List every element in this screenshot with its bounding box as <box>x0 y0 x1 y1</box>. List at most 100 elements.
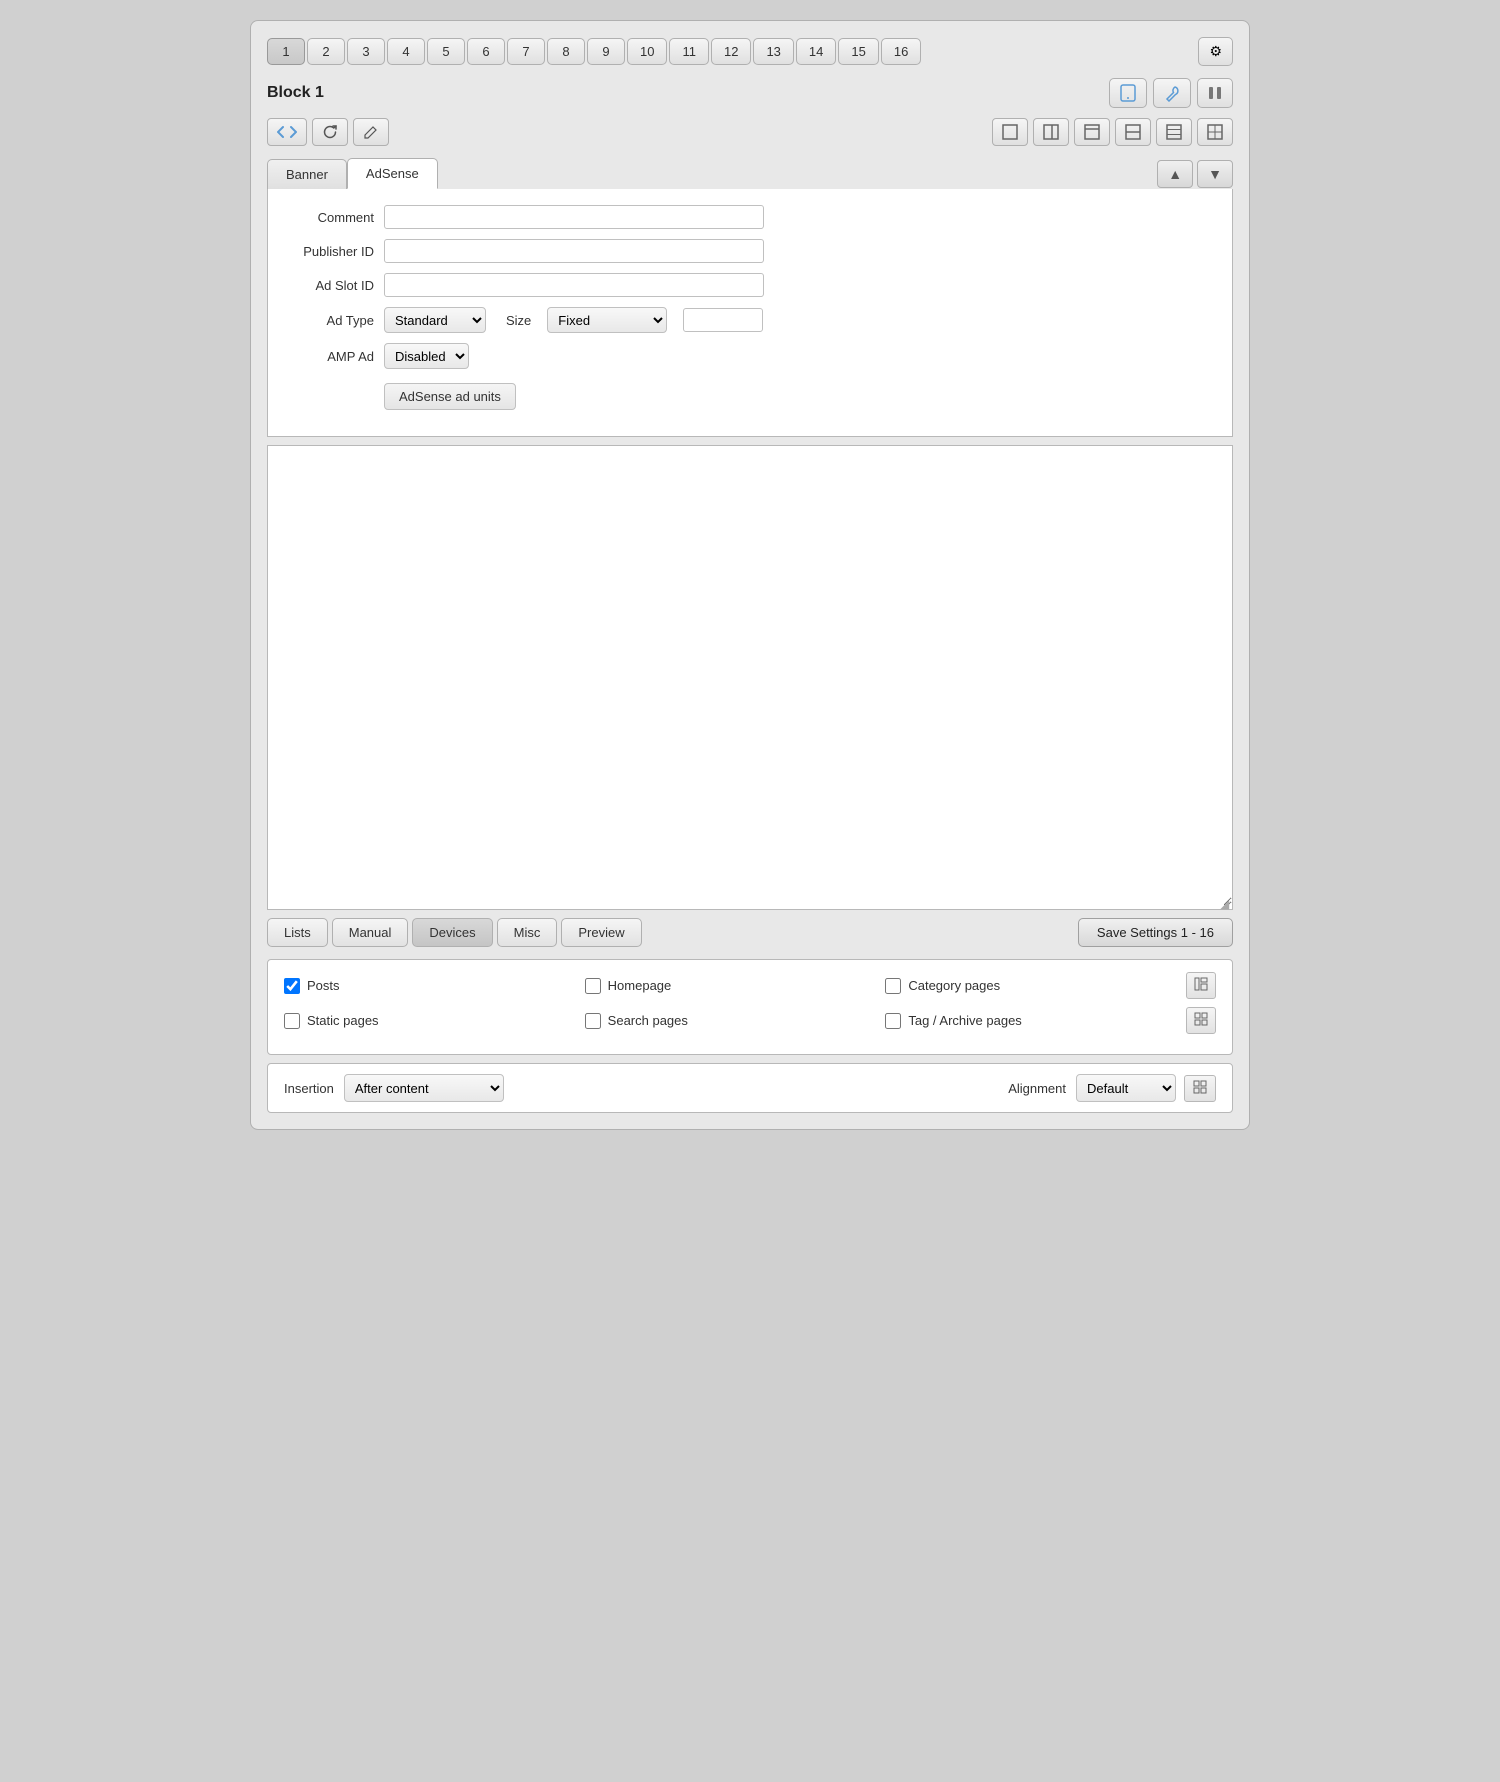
grid-icon-button-1[interactable] <box>1186 972 1216 999</box>
content-tabs: Banner AdSense ▲ ▼ <box>267 158 1233 189</box>
tab-13[interactable]: 13 <box>753 38 793 65</box>
layout-rows-button[interactable] <box>1156 118 1192 146</box>
grid2-icon <box>1194 1012 1208 1026</box>
edit-button[interactable] <box>353 118 389 146</box>
tab-11[interactable]: 11 <box>669 38 709 65</box>
form-panel: Comment Publisher ID Ad Slot ID Ad Type … <box>267 189 1233 437</box>
checkboxes-panel: Posts Homepage Category pages St <box>267 959 1233 1055</box>
tab-1[interactable]: 1 <box>267 38 305 65</box>
tab-2[interactable]: 2 <box>307 38 345 65</box>
layout-full-button[interactable] <box>992 118 1028 146</box>
main-container: 1 2 3 4 5 6 7 8 9 10 11 12 13 14 15 16 ⚙… <box>250 20 1250 1130</box>
bottom-tab-preview[interactable]: Preview <box>561 918 641 947</box>
preview-textarea[interactable] <box>268 446 1232 906</box>
ad-slot-id-row: Ad Slot ID <box>284 273 1216 297</box>
size-label: Size <box>506 313 531 328</box>
tablet-icon <box>1119 84 1137 102</box>
checkbox-row-2: Static pages Search pages Tag / Archive … <box>284 1007 1216 1034</box>
tab-16[interactable]: 16 <box>881 38 921 65</box>
tab-8[interactable]: 8 <box>547 38 585 65</box>
alignment-icon-button[interactable] <box>1184 1075 1216 1102</box>
bottom-tab-manual[interactable]: Manual <box>332 918 409 947</box>
gear-tab-button[interactable]: ⚙ <box>1198 37 1233 66</box>
layout-top-icon <box>1084 124 1100 140</box>
tag-archive-checkbox[interactable] <box>885 1013 901 1029</box>
alignment-select[interactable]: Default Left Center Right <box>1076 1074 1176 1102</box>
size-value-input[interactable] <box>683 308 763 332</box>
bottom-tab-bar: Lists Manual Devices Misc Preview Save S… <box>267 918 1233 947</box>
homepage-checkbox-col: Homepage <box>585 978 886 994</box>
tab-5[interactable]: 5 <box>427 38 465 65</box>
comment-input[interactable] <box>384 205 764 229</box>
amp-ad-label: AMP Ad <box>284 349 374 364</box>
save-settings-button[interactable]: Save Settings 1 - 16 <box>1078 918 1233 947</box>
tag-archive-label: Tag / Archive pages <box>908 1013 1021 1028</box>
tab-15[interactable]: 15 <box>838 38 878 65</box>
posts-checkbox-col: Posts <box>284 978 585 994</box>
layout-top-button[interactable] <box>1074 118 1110 146</box>
tab-4[interactable]: 4 <box>387 38 425 65</box>
alignment-label: Alignment <box>1008 1081 1066 1096</box>
tab-12[interactable]: 12 <box>711 38 751 65</box>
layout-split-button[interactable] <box>1197 118 1233 146</box>
tab-up-arrow[interactable]: ▲ <box>1157 160 1193 188</box>
pause-icon-button[interactable] <box>1197 78 1233 108</box>
tag-archive-checkbox-col: Tag / Archive pages <box>885 1013 1186 1029</box>
category-pages-label: Category pages <box>908 978 1000 993</box>
homepage-label: Homepage <box>608 978 672 993</box>
publisher-id-input[interactable] <box>384 239 764 263</box>
bottom-tab-lists[interactable]: Lists <box>267 918 328 947</box>
layout-middle-icon <box>1125 124 1141 140</box>
tab-arrows: ▲ ▼ <box>1157 160 1233 188</box>
search-pages-label: Search pages <box>608 1013 688 1028</box>
layout-right-icon <box>1043 124 1059 140</box>
preview-area: ◢ <box>267 445 1233 910</box>
tab-bar: 1 2 3 4 5 6 7 8 9 10 11 12 13 14 15 16 ⚙ <box>267 37 1233 66</box>
tab-3[interactable]: 3 <box>347 38 385 65</box>
bottom-tab-misc[interactable]: Misc <box>497 918 558 947</box>
tab-6[interactable]: 6 <box>467 38 505 65</box>
comment-row: Comment <box>284 205 1216 229</box>
adsense-ad-units-button[interactable]: AdSense ad units <box>384 383 516 410</box>
ad-slot-id-input[interactable] <box>384 273 764 297</box>
ad-type-select[interactable]: Standard Responsive Link Custom <box>384 307 486 333</box>
code-button[interactable] <box>267 118 307 146</box>
amp-ad-select[interactable]: Disabled Enabled <box>384 343 469 369</box>
wrench-icon <box>1163 84 1181 102</box>
tab-10[interactable]: 10 <box>627 38 667 65</box>
grid-icon <box>1194 977 1208 991</box>
resize-handle-icon: ◢ <box>1220 897 1230 907</box>
pause-icon <box>1207 85 1223 101</box>
block-header: Block 1 <box>267 78 1233 108</box>
size-select[interactable]: Fixed Responsive Auto <box>547 307 667 333</box>
bottom-tab-devices[interactable]: Devices <box>412 918 492 947</box>
homepage-checkbox[interactable] <box>585 978 601 994</box>
code-icon <box>277 124 297 140</box>
search-pages-checkbox[interactable] <box>585 1013 601 1029</box>
toolbar-row <box>267 118 1233 146</box>
insertion-label: Insertion <box>284 1081 334 1096</box>
tab-adsense[interactable]: AdSense <box>347 158 438 189</box>
comment-label: Comment <box>284 210 374 225</box>
tablet-icon-button[interactable] <box>1109 78 1147 108</box>
static-pages-checkbox-col: Static pages <box>284 1013 585 1029</box>
grid-icon-button-2[interactable] <box>1186 1007 1216 1034</box>
tab-14[interactable]: 14 <box>796 38 836 65</box>
static-pages-checkbox[interactable] <box>284 1013 300 1029</box>
category-pages-checkbox[interactable] <box>885 978 901 994</box>
layout-right-button[interactable] <box>1033 118 1069 146</box>
tab-9[interactable]: 9 <box>587 38 625 65</box>
layout-middle-button[interactable] <box>1115 118 1151 146</box>
checkbox-row-1: Posts Homepage Category pages <box>284 972 1216 999</box>
posts-label: Posts <box>307 978 340 993</box>
adsense-btn-row: AdSense ad units <box>284 379 1216 410</box>
tab-7[interactable]: 7 <box>507 38 545 65</box>
layout-full-icon <box>1002 124 1018 140</box>
insertion-select[interactable]: After content Before content Before para… <box>344 1074 504 1102</box>
tab-banner[interactable]: Banner <box>267 159 347 189</box>
posts-checkbox[interactable] <box>284 978 300 994</box>
tab-down-arrow[interactable]: ▼ <box>1197 160 1233 188</box>
wrench-icon-button[interactable] <box>1153 78 1191 108</box>
refresh-button[interactable] <box>312 118 348 146</box>
layout-rows-icon <box>1166 124 1182 140</box>
